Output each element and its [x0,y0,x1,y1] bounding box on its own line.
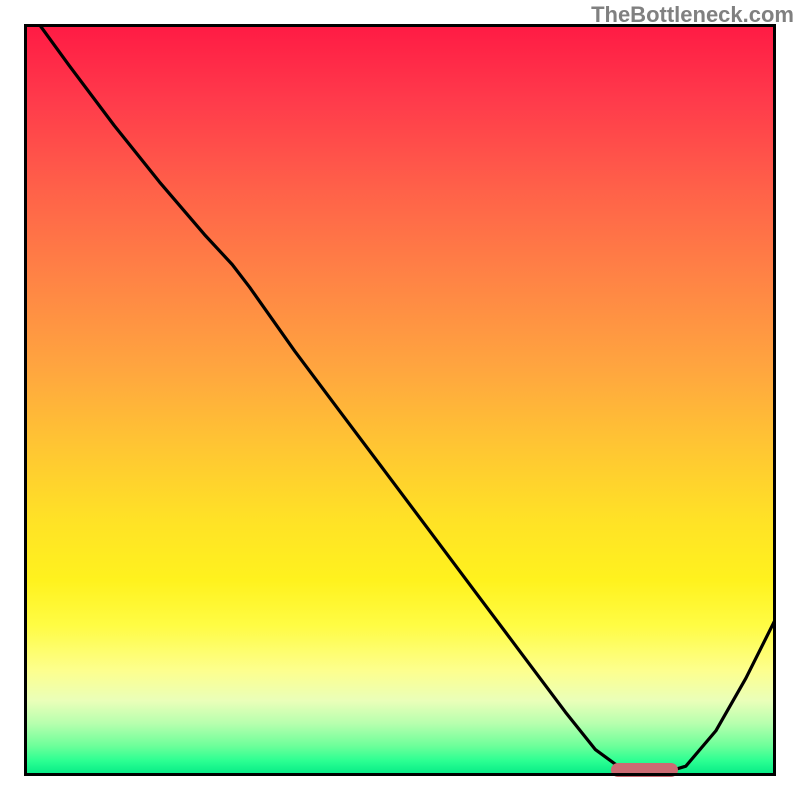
chart-container: TheBottleneck.com [0,0,800,800]
bottleneck-curve [39,24,776,773]
watermark-text: TheBottleneck.com [591,2,794,28]
optimal-marker [611,763,679,777]
plot-area [24,24,776,776]
curve-svg [24,24,776,776]
